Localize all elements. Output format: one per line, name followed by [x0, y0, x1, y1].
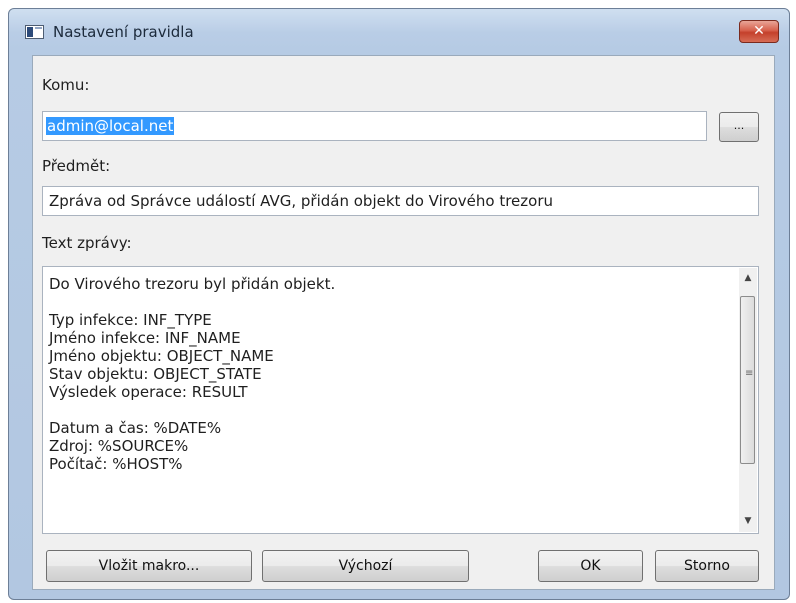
insert-macro-button[interactable]: Vložit makro... — [46, 550, 252, 582]
ok-button[interactable]: OK — [538, 550, 643, 582]
scroll-up-arrow-icon[interactable]: ▲ — [739, 270, 757, 287]
dialog-client-area: Komu: admin@local.net ... Předmět: Zpráv… — [32, 55, 775, 590]
browse-recipients-button[interactable]: ... — [719, 112, 759, 142]
to-field-value: admin@local.net — [46, 117, 175, 135]
message-line: Zdroj: %SOURCE% — [49, 437, 189, 455]
window-title: Nastavení pravidla — [53, 23, 194, 41]
message-line: Stav objektu: OBJECT_STATE — [49, 365, 262, 383]
message-line: Typ infekce: INF_TYPE — [49, 311, 212, 329]
vertical-scrollbar[interactable]: ▲ ≡ ▼ — [739, 268, 757, 532]
message-line: Výsledek operace: RESULT — [49, 383, 248, 401]
close-button[interactable]: ✕ — [739, 20, 779, 43]
scroll-down-arrow-icon[interactable]: ▼ — [739, 513, 757, 530]
message-text-area[interactable]: Do Virového trezoru byl přidán objekt. T… — [42, 266, 759, 534]
message-line: Počítač: %HOST% — [49, 455, 183, 473]
message-line: Datum a čas: %DATE% — [49, 419, 222, 437]
message-line: Jméno infekce: INF_NAME — [49, 329, 241, 347]
grip-icon: ≡ — [745, 368, 754, 379]
to-label: Komu: — [42, 76, 90, 94]
message-text-content: Do Virového trezoru byl přidán objekt. T… — [49, 275, 335, 473]
message-line: Jméno objektu: OBJECT_NAME — [49, 347, 274, 365]
default-button[interactable]: Výchozí — [262, 550, 469, 582]
subject-field[interactable]: Zpráva od Správce událostí AVG, přidán o… — [42, 186, 759, 216]
app-window-icon — [25, 25, 44, 39]
to-field[interactable]: admin@local.net — [42, 111, 707, 141]
message-line: Do Virového trezoru byl přidán objekt. — [49, 275, 336, 293]
title-bar[interactable]: Nastavení pravidla ✕ — [9, 9, 789, 55]
cancel-button[interactable]: Storno — [655, 550, 759, 582]
message-line — [49, 293, 335, 311]
subject-field-value: Zpráva od Správce událostí AVG, přidán o… — [49, 192, 553, 210]
dialog-window: Nastavení pravidla ✕ Komu: admin@local.n… — [8, 8, 790, 600]
message-line — [49, 401, 335, 419]
message-text-label: Text zprávy: — [42, 234, 132, 252]
scrollbar-thumb[interactable]: ≡ — [740, 296, 755, 464]
subject-label: Předmět: — [42, 157, 111, 175]
close-icon: ✕ — [753, 23, 765, 39]
